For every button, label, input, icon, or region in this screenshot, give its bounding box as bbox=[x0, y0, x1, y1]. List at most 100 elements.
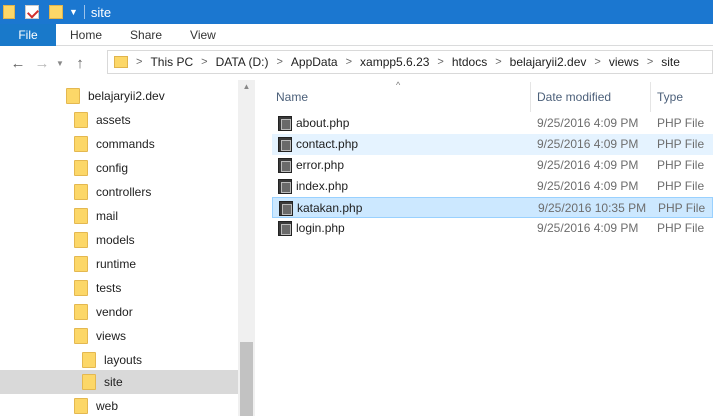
file-name: login.php bbox=[296, 221, 345, 235]
column-divider[interactable] bbox=[530, 82, 531, 112]
navigation-pane-scrollbar[interactable]: ▲ bbox=[238, 80, 255, 416]
folder-icon bbox=[82, 352, 96, 368]
chevron-right-icon[interactable]: > bbox=[346, 56, 352, 68]
folder-icon bbox=[74, 256, 88, 272]
chevron-right-icon[interactable]: > bbox=[201, 56, 207, 68]
column-header-date-modified[interactable]: Date modified bbox=[537, 85, 611, 109]
tree-item-controllers[interactable]: controllers bbox=[0, 180, 238, 204]
ribbon-tabs: File Home Share View bbox=[0, 24, 713, 46]
php-file-icon bbox=[279, 201, 293, 216]
file-date-modified: 9/25/2016 4:09 PM bbox=[537, 158, 639, 172]
tree-item-label: runtime bbox=[96, 257, 137, 271]
breadcrumb-views[interactable]: views bbox=[609, 55, 639, 69]
php-file-icon bbox=[278, 158, 292, 173]
column-header-name[interactable]: Name bbox=[276, 85, 308, 109]
folder-icon bbox=[74, 232, 88, 248]
tree-item-runtime[interactable]: runtime bbox=[0, 252, 238, 276]
tab-share[interactable]: Share bbox=[116, 24, 176, 46]
tab-view[interactable]: View bbox=[176, 24, 230, 46]
tree-item-views[interactable]: views bbox=[0, 324, 238, 348]
scroll-up-arrow-icon[interactable]: ▲ bbox=[238, 82, 255, 96]
forward-arrow-icon[interactable]: → bbox=[30, 51, 54, 75]
breadcrumb-data-drive[interactable]: DATA (D:) bbox=[216, 55, 269, 69]
tree-item-web[interactable]: web bbox=[0, 394, 238, 416]
title-bar: ▼ site bbox=[0, 0, 713, 24]
file-row-error[interactable]: error.php 9/25/2016 4:09 PM PHP File bbox=[272, 155, 713, 176]
file-row-katakan[interactable]: katakan.php 9/25/2016 10:35 PM PHP File bbox=[272, 197, 713, 218]
properties-icon[interactable] bbox=[25, 5, 39, 19]
folder-icon bbox=[82, 374, 96, 390]
recent-locations-dropdown-icon[interactable]: ▼ bbox=[54, 59, 66, 68]
chevron-right-icon[interactable]: > bbox=[437, 56, 443, 68]
breadcrumb-this-pc[interactable]: This PC bbox=[150, 55, 193, 69]
folder-icon bbox=[74, 160, 88, 176]
chevron-right-icon[interactable]: > bbox=[276, 56, 282, 68]
file-date-modified: 9/25/2016 4:09 PM bbox=[537, 179, 639, 193]
folder-icon bbox=[74, 136, 88, 152]
column-divider[interactable] bbox=[650, 82, 651, 112]
tree-item-tests[interactable]: tests bbox=[0, 276, 238, 300]
folder-icon bbox=[3, 5, 15, 19]
php-file-icon bbox=[278, 179, 292, 194]
file-type: PHP File bbox=[657, 158, 705, 172]
breadcrumb-site[interactable]: site bbox=[661, 55, 680, 69]
tree-item-models[interactable]: models bbox=[0, 228, 238, 252]
tree-item-vendor[interactable]: vendor bbox=[0, 300, 238, 324]
file-date-modified: 9/25/2016 4:09 PM bbox=[537, 221, 639, 235]
breadcrumb-belajaryii2[interactable]: belajaryii2.dev bbox=[510, 55, 587, 69]
up-arrow-icon[interactable]: ↑ bbox=[68, 51, 92, 75]
new-folder-icon[interactable] bbox=[49, 5, 63, 19]
breadcrumb-htdocs[interactable]: htdocs bbox=[452, 55, 487, 69]
tree-item-label: site bbox=[104, 375, 123, 389]
file-type: PHP File bbox=[658, 201, 706, 215]
file-date-modified: 9/25/2016 4:09 PM bbox=[537, 137, 639, 151]
tree-item-label: belajaryii2.dev bbox=[88, 89, 165, 103]
file-name: katakan.php bbox=[297, 201, 363, 215]
folder-icon bbox=[74, 304, 88, 320]
back-arrow-icon[interactable]: ← bbox=[6, 51, 30, 75]
tree-item-assets[interactable]: assets bbox=[0, 108, 238, 132]
file-name: about.php bbox=[296, 116, 350, 130]
file-row-index[interactable]: index.php 9/25/2016 4:09 PM PHP File bbox=[272, 176, 713, 197]
breadcrumb-appdata[interactable]: AppData bbox=[291, 55, 338, 69]
file-row-about[interactable]: about.php 9/25/2016 4:09 PM PHP File bbox=[272, 113, 713, 134]
tree-item-label: commands bbox=[96, 137, 155, 151]
file-date-modified: 9/25/2016 4:09 PM bbox=[537, 116, 639, 130]
php-file-icon bbox=[278, 137, 292, 152]
tree-item-label: web bbox=[96, 399, 119, 413]
folder-icon bbox=[74, 280, 88, 296]
file-date-modified: 9/25/2016 10:35 PM bbox=[538, 201, 647, 215]
chevron-right-icon[interactable]: > bbox=[136, 56, 142, 68]
file-row-contact[interactable]: contact.php 9/25/2016 4:09 PM PHP File bbox=[272, 134, 713, 155]
folder-icon bbox=[74, 328, 88, 344]
tree-item-label: models bbox=[96, 233, 135, 247]
tree-item-site[interactable]: site bbox=[0, 370, 238, 394]
scrollbar-thumb[interactable] bbox=[240, 342, 253, 416]
tree-item-config[interactable]: config bbox=[0, 156, 238, 180]
tree-item-layouts[interactable]: layouts bbox=[0, 348, 238, 372]
address-bar[interactable]: > This PC > DATA (D:) > AppData > xampp5… bbox=[107, 50, 713, 74]
chevron-right-icon[interactable]: > bbox=[594, 56, 600, 68]
tree-item-label: views bbox=[96, 329, 127, 343]
window-title: site bbox=[90, 4, 112, 20]
tree-item-label: vendor bbox=[96, 305, 133, 319]
tree-item-belajaryii2[interactable]: belajaryii2.dev bbox=[0, 84, 238, 108]
tree-item-mail[interactable]: mail bbox=[0, 204, 238, 228]
tab-file[interactable]: File bbox=[0, 24, 56, 46]
file-type: PHP File bbox=[657, 179, 705, 193]
file-row-login[interactable]: login.php 9/25/2016 4:09 PM PHP File bbox=[272, 218, 713, 239]
tree-item-commands[interactable]: commands bbox=[0, 132, 238, 156]
file-type: PHP File bbox=[657, 221, 705, 235]
folder-icon bbox=[74, 184, 88, 200]
tab-home[interactable]: Home bbox=[56, 24, 116, 46]
customize-quick-access-dropdown-icon[interactable]: ▼ bbox=[69, 5, 78, 19]
column-header-type[interactable]: Type bbox=[657, 85, 683, 109]
tree-item-label: tests bbox=[96, 281, 122, 295]
breadcrumb-xampp[interactable]: xampp5.6.23 bbox=[360, 55, 429, 69]
file-name: error.php bbox=[296, 158, 345, 172]
chevron-right-icon[interactable]: > bbox=[647, 56, 653, 68]
chevron-right-icon[interactable]: > bbox=[495, 56, 501, 68]
file-name: contact.php bbox=[296, 137, 359, 151]
tree-item-label: config bbox=[96, 161, 129, 175]
php-file-icon bbox=[278, 116, 292, 131]
